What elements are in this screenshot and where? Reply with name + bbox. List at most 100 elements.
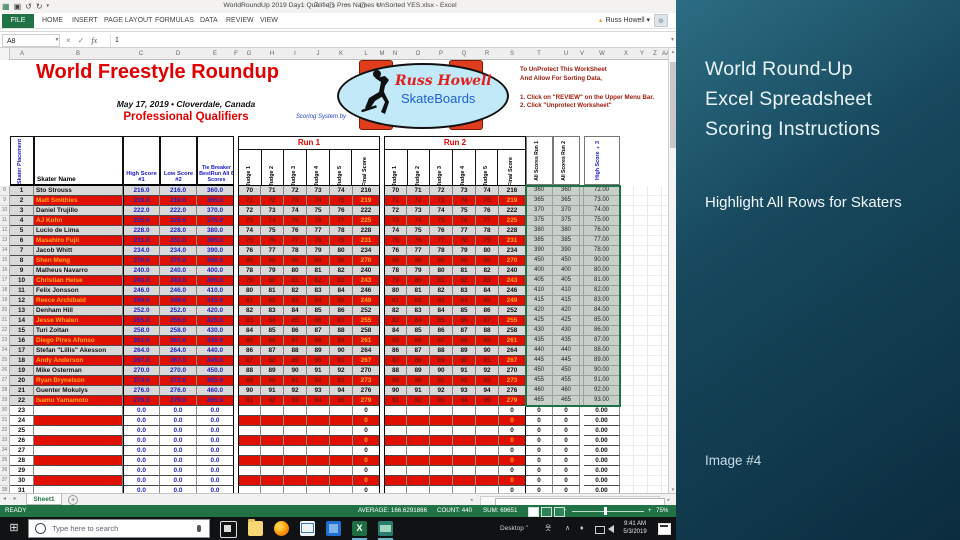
- judge-score-cell[interactable]: 93: [453, 386, 476, 396]
- judge-score-cell[interactable]: 85: [330, 296, 353, 306]
- row-number[interactable]: 29: [0, 396, 10, 406]
- judge-score-cell[interactable]: 87: [261, 346, 284, 356]
- judge-score-cell[interactable]: 92: [407, 396, 430, 406]
- judge-score-cell[interactable]: 73: [284, 196, 307, 206]
- final-score-cell[interactable]: 270: [499, 366, 526, 376]
- judge-score-cell[interactable]: 73: [261, 206, 284, 216]
- column-letter-V[interactable]: V: [580, 48, 584, 60]
- high-score-cell[interactable]: 249.0: [123, 296, 160, 306]
- judge-score-cell[interactable]: [238, 436, 261, 446]
- judge-score-cell[interactable]: 93: [284, 396, 307, 406]
- judge-score-cell[interactable]: [407, 466, 430, 476]
- judge-score-cell[interactable]: 80: [430, 266, 453, 276]
- zoom-in-icon[interactable]: +: [648, 505, 652, 517]
- skater-name-cell[interactable]: [34, 446, 123, 456]
- tie-breaker-cell[interactable]: 0.0: [197, 466, 234, 476]
- row-number[interactable]: 23: [0, 336, 10, 346]
- low-score-cell[interactable]: 0.0: [160, 486, 197, 493]
- judge-score-cell[interactable]: 86: [407, 336, 430, 346]
- judge-score-cell[interactable]: [407, 456, 430, 466]
- high-div3-cell[interactable]: 82.00: [584, 286, 620, 296]
- final-score-cell[interactable]: 261: [353, 336, 380, 346]
- final-score-cell[interactable]: 273: [353, 376, 380, 386]
- judge-score-cell[interactable]: 90: [384, 386, 407, 396]
- judge-score-cell[interactable]: 89: [453, 346, 476, 356]
- high-score-cell[interactable]: 243.0: [123, 276, 160, 286]
- all-scores-run2-cell[interactable]: 450: [553, 366, 580, 376]
- judge-score-cell[interactable]: 85: [453, 306, 476, 316]
- low-score-cell[interactable]: 234.0: [160, 246, 197, 256]
- judge-score-cell[interactable]: 82: [307, 276, 330, 286]
- final-score-cell[interactable]: 273: [499, 376, 526, 386]
- low-score-cell[interactable]: 264.0: [160, 346, 197, 356]
- judge-score-cell[interactable]: 72: [407, 196, 430, 206]
- cell[interactable]: [620, 426, 668, 436]
- judge-score-cell[interactable]: 86: [384, 346, 407, 356]
- cell[interactable]: [620, 346, 668, 356]
- zoom-slider[interactable]: [572, 510, 644, 512]
- judge-score-cell[interactable]: 76: [407, 236, 430, 246]
- skater-name-cell[interactable]: AJ Kohn: [34, 216, 123, 226]
- judge-score-cell[interactable]: 88: [238, 366, 261, 376]
- judge-score-cell[interactable]: [284, 406, 307, 416]
- judge-score-cell[interactable]: [261, 436, 284, 446]
- judge-score-cell[interactable]: 83: [430, 296, 453, 306]
- judge-score-cell[interactable]: 90: [430, 256, 453, 266]
- placement-cell[interactable]: 10: [10, 276, 34, 286]
- judge-score-cell[interactable]: 91: [476, 356, 499, 366]
- high-score-cell[interactable]: 219.0: [123, 196, 160, 206]
- judge-score-cell[interactable]: [430, 436, 453, 446]
- low-score-cell[interactable]: 246.0: [160, 286, 197, 296]
- judge-score-cell[interactable]: 91: [261, 386, 284, 396]
- table-row[interactable]: 16 9 Matheus Navarro 240.0 240.0 400.0 78 79 80 8…: [0, 266, 668, 276]
- all-scores-run1-cell[interactable]: 415: [526, 296, 553, 306]
- final-score-cell[interactable]: 0: [353, 426, 380, 436]
- low-score-cell[interactable]: 0.0: [160, 456, 197, 466]
- all-scores-run2-cell[interactable]: 0: [553, 466, 580, 476]
- judge-score-cell[interactable]: 83: [453, 286, 476, 296]
- high-div3-cell[interactable]: 0.00: [584, 406, 620, 416]
- placement-cell[interactable]: 23: [10, 406, 34, 416]
- low-score-cell[interactable]: 228.0: [160, 226, 197, 236]
- final-score-cell[interactable]: 0: [499, 406, 526, 416]
- high-div3-cell[interactable]: 85.00: [584, 316, 620, 326]
- judge-score-cell[interactable]: 79: [384, 276, 407, 286]
- judge-score-cell[interactable]: [453, 456, 476, 466]
- judge-score-cell[interactable]: 91: [284, 376, 307, 386]
- final-score-cell[interactable]: 0: [499, 436, 526, 446]
- all-scores-run2-cell[interactable]: 0: [553, 486, 580, 493]
- tie-breaker-cell[interactable]: 375.0: [197, 216, 234, 226]
- final-score-cell[interactable]: 225: [499, 216, 526, 226]
- table-row[interactable]: 28 21 Guenter Mokulys 276.0 276.0 460.0 90 91 92…: [0, 386, 668, 396]
- judge-score-cell[interactable]: 75: [430, 216, 453, 226]
- judge-score-cell[interactable]: 74: [476, 186, 499, 196]
- tie-breaker-cell[interactable]: 0.0: [197, 426, 234, 436]
- row-number[interactable]: 35: [0, 456, 10, 466]
- high-div3-cell[interactable]: 77.00: [584, 236, 620, 246]
- judge-score-cell[interactable]: 94: [307, 396, 330, 406]
- skater-name-cell[interactable]: Matheus Navarro: [34, 266, 123, 276]
- skater-name-cell[interactable]: Shen Meng: [34, 256, 123, 266]
- judge-score-cell[interactable]: 78: [476, 226, 499, 236]
- placement-cell[interactable]: 2: [10, 196, 34, 206]
- final-score-cell[interactable]: 0: [499, 486, 526, 493]
- insert-function-icon[interactable]: fx: [91, 36, 97, 45]
- final-score-cell[interactable]: 270: [353, 366, 380, 376]
- column-letter-I[interactable]: I: [294, 48, 296, 60]
- judge-score-cell[interactable]: 90: [238, 256, 261, 266]
- column-letter-N[interactable]: N: [393, 48, 397, 60]
- judge-score-cell[interactable]: [384, 436, 407, 446]
- cell[interactable]: [620, 196, 668, 206]
- cell[interactable]: [620, 206, 668, 216]
- tie-breaker-cell[interactable]: 0.0: [197, 476, 234, 486]
- judge-score-cell[interactable]: 91: [384, 396, 407, 406]
- judge-score-cell[interactable]: 90: [307, 256, 330, 266]
- judge-score-cell[interactable]: 87: [238, 356, 261, 366]
- high-div3-cell[interactable]: 0.00: [584, 446, 620, 456]
- sheet-tab-sheet1[interactable]: Sheet1: [26, 494, 62, 505]
- skater-name-cell[interactable]: Ryan Brynelson: [34, 376, 123, 386]
- placement-cell[interactable]: 1: [10, 186, 34, 196]
- judge-score-cell[interactable]: 80: [284, 266, 307, 276]
- all-scores-run1-cell[interactable]: 0: [526, 486, 553, 493]
- high-div3-cell[interactable]: 0.00: [584, 416, 620, 426]
